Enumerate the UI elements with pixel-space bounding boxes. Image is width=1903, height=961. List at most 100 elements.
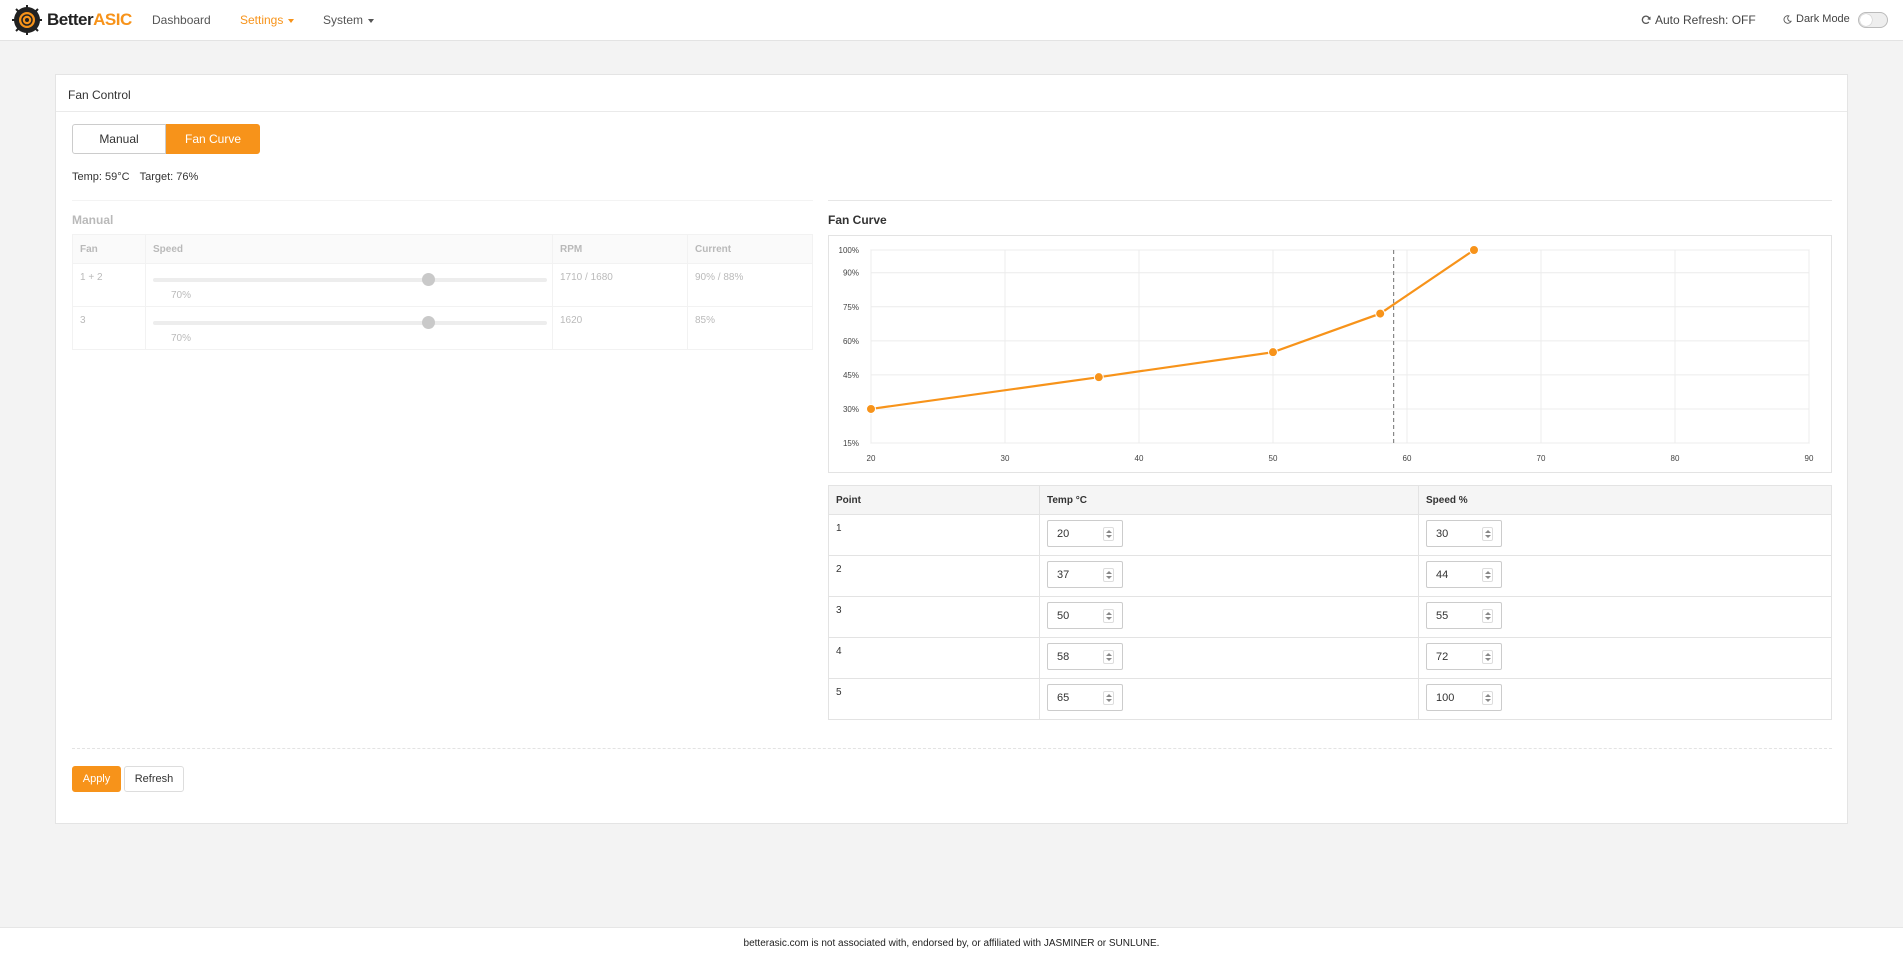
section-divider bbox=[828, 200, 1832, 201]
speed-cell: 55 bbox=[1418, 596, 1832, 638]
speed-input[interactable]: 55 bbox=[1426, 602, 1502, 629]
refresh-icon bbox=[1641, 15, 1651, 24]
column-header: Speed bbox=[145, 234, 553, 264]
temp-input[interactable]: 58 bbox=[1047, 643, 1123, 670]
refresh-button[interactable]: Refresh bbox=[124, 766, 184, 792]
slider-track bbox=[153, 278, 547, 282]
chevron-down-icon bbox=[368, 18, 375, 23]
speed-cell: 30 bbox=[1418, 514, 1832, 556]
fan-curve-chart: 20 30 40 50 60 70 80 90 15% 30% 45% 60% 75% 90% 100% bbox=[828, 235, 1832, 473]
temp-input[interactable]: 37 bbox=[1047, 561, 1123, 588]
panel-divider bbox=[56, 111, 1847, 112]
slider-thumb[interactable] bbox=[422, 273, 436, 286]
speed-cell: 44 bbox=[1418, 555, 1832, 597]
mode-manual-button[interactable]: Manual bbox=[72, 124, 166, 154]
dark-mode-label: Dark Mode bbox=[1796, 13, 1850, 25]
speed-cell: 100 bbox=[1418, 678, 1832, 720]
nav-system[interactable]: System bbox=[323, 13, 375, 27]
dark-mode-switch[interactable] bbox=[1858, 12, 1888, 28]
slider-thumb[interactable] bbox=[422, 316, 436, 329]
temp-input-value: 50 bbox=[1057, 610, 1070, 622]
y-tick-label: 15% bbox=[843, 439, 859, 448]
temp-input-value: 58 bbox=[1057, 651, 1070, 663]
stepper-icon[interactable] bbox=[1103, 650, 1114, 664]
x-tick-label: 80 bbox=[1671, 454, 1680, 463]
speed-input[interactable]: 30 bbox=[1426, 520, 1502, 547]
temp-input-value: 20 bbox=[1057, 528, 1070, 540]
stepper-icon[interactable] bbox=[1482, 650, 1493, 664]
point-label: 5 bbox=[828, 678, 1040, 720]
temp-cell: 58 bbox=[1039, 637, 1419, 679]
column-header: Temp °C bbox=[1039, 485, 1419, 515]
target-speed: Target: 76% bbox=[139, 171, 199, 183]
y-tick-label: 60% bbox=[843, 337, 859, 346]
fan-control-panel: Fan Control Manual Fan Curve Temp: 59°C T… bbox=[55, 74, 1848, 824]
temp-cell: 20 bbox=[1039, 514, 1419, 556]
speed-input[interactable]: 44 bbox=[1426, 561, 1502, 588]
speed-input-value: 44 bbox=[1436, 569, 1449, 581]
speed-input-value: 55 bbox=[1436, 610, 1449, 622]
manual-section-title: Manual bbox=[72, 213, 114, 227]
current-value: 85% bbox=[687, 306, 813, 350]
point-label: 3 bbox=[828, 596, 1040, 638]
brand-logo-icon bbox=[12, 5, 42, 35]
temp-input[interactable]: 20 bbox=[1047, 520, 1123, 547]
speed-cell: 70% bbox=[145, 306, 553, 350]
rpm-value: 1620 bbox=[552, 306, 688, 350]
temp-input[interactable]: 50 bbox=[1047, 602, 1123, 629]
curve-point bbox=[1469, 245, 1479, 255]
speed-slider[interactable]: 70% bbox=[153, 315, 547, 349]
y-tick-label: 75% bbox=[843, 303, 859, 312]
x-tick-label: 30 bbox=[1001, 454, 1010, 463]
brand[interactable]: BetterASIC bbox=[12, 4, 132, 36]
x-tick-label: 50 bbox=[1269, 454, 1278, 463]
speed-input[interactable]: 72 bbox=[1426, 643, 1502, 670]
temp-input[interactable]: 65 bbox=[1047, 684, 1123, 711]
stepper-icon[interactable] bbox=[1103, 568, 1114, 582]
apply-button[interactable]: Apply bbox=[72, 766, 121, 792]
speed-input-value: 72 bbox=[1436, 651, 1449, 663]
manual-fan-table: Fan Speed RPM Current 1 + 2 70% 1710 / 1… bbox=[72, 234, 813, 350]
speed-slider[interactable]: 70% bbox=[153, 272, 547, 306]
auto-refresh-toggle[interactable]: Auto Refresh: OFF bbox=[1641, 13, 1756, 27]
fan-curve-title: Fan Curve bbox=[828, 213, 887, 227]
stepper-icon[interactable] bbox=[1103, 527, 1114, 541]
curve-point bbox=[866, 403, 876, 414]
speed-input[interactable]: 100 bbox=[1426, 684, 1502, 711]
moon-icon bbox=[1783, 14, 1792, 24]
stepper-icon[interactable] bbox=[1482, 691, 1493, 705]
nav-dashboard[interactable]: Dashboard bbox=[152, 13, 211, 27]
curve-point bbox=[1375, 308, 1386, 319]
table-row: 3 50 55 bbox=[828, 596, 1832, 638]
y-tick-label: 100% bbox=[839, 246, 859, 255]
stepper-icon[interactable] bbox=[1482, 568, 1493, 582]
slider-track bbox=[153, 321, 547, 325]
temp-cell: 37 bbox=[1039, 555, 1419, 597]
point-label: 2 bbox=[828, 555, 1040, 597]
fan-status: Temp: 59°C Target: 76% bbox=[72, 171, 198, 183]
fan-label: 3 bbox=[72, 306, 146, 350]
mode-fan-curve-button[interactable]: Fan Curve bbox=[166, 124, 260, 154]
nav-settings[interactable]: Settings bbox=[240, 13, 295, 27]
column-header: Current bbox=[687, 234, 813, 264]
temp-input-value: 37 bbox=[1057, 569, 1070, 581]
x-tick-label: 20 bbox=[867, 454, 876, 463]
x-tick-label: 90 bbox=[1805, 454, 1814, 463]
stepper-icon[interactable] bbox=[1103, 609, 1114, 623]
speed-input-value: 30 bbox=[1436, 528, 1449, 540]
temp-cell: 65 bbox=[1039, 678, 1419, 720]
table-row: 3 70% 1620 85% bbox=[72, 306, 813, 350]
stepper-icon[interactable] bbox=[1482, 527, 1493, 541]
panel-title: Fan Control bbox=[68, 88, 131, 102]
switch-knob bbox=[1860, 14, 1872, 26]
x-tick-label: 60 bbox=[1403, 454, 1412, 463]
temp-input-value: 65 bbox=[1057, 692, 1070, 704]
speed-value: 70% bbox=[171, 290, 192, 301]
stepper-icon[interactable] bbox=[1103, 691, 1114, 705]
table-row: 1 20 30 bbox=[828, 514, 1832, 556]
stepper-icon[interactable] bbox=[1482, 609, 1493, 623]
curve-points-table: Point Temp °C Speed % 1 20 30 2 37 44 3 50 55 4 58… bbox=[828, 485, 1832, 720]
fan-label: 1 + 2 bbox=[72, 263, 146, 307]
column-header: Point bbox=[828, 485, 1040, 515]
point-label: 1 bbox=[828, 514, 1040, 556]
